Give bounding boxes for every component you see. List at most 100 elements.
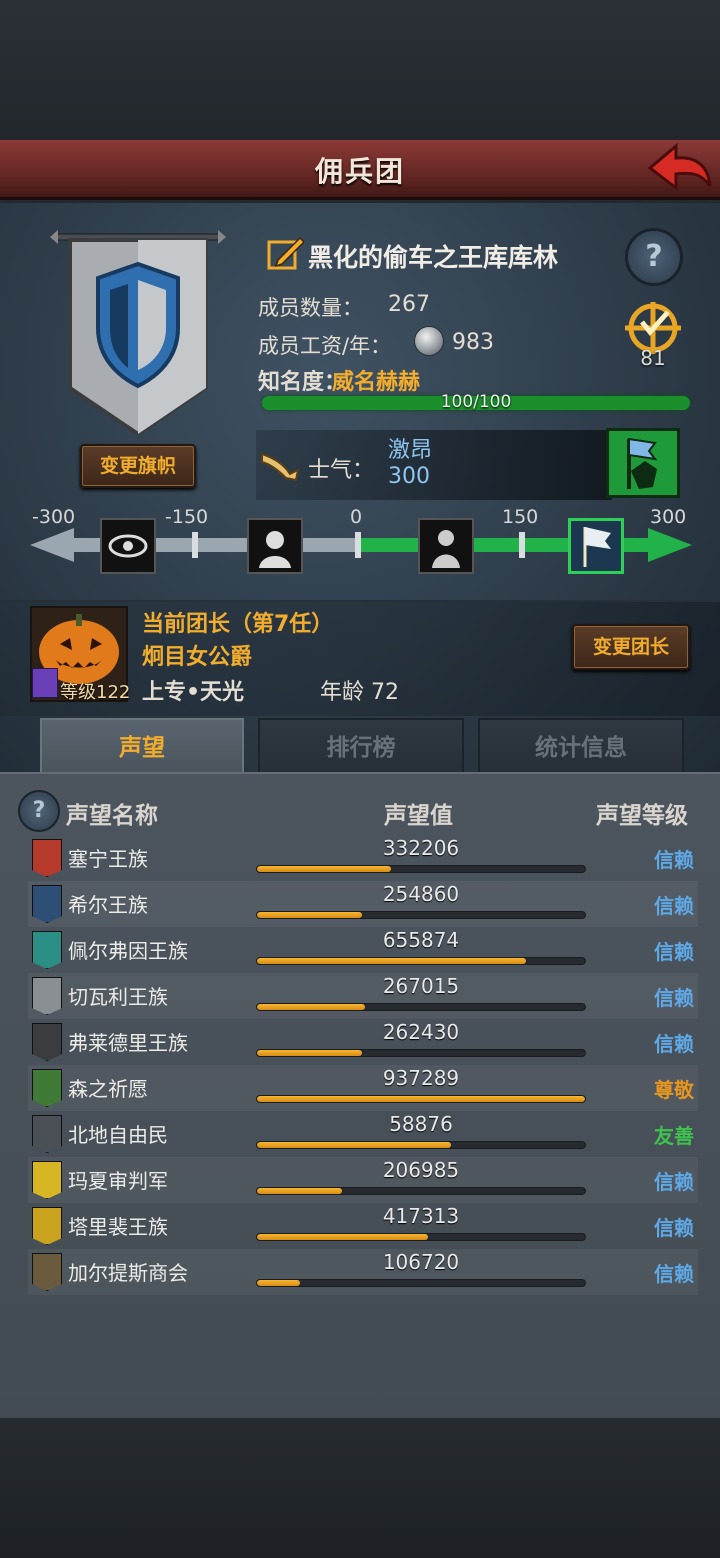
column-header-value: 声望值 (384, 803, 453, 829)
morale-value: 300 (388, 464, 430, 489)
reputation-progress-fill (257, 958, 526, 964)
reputation-progress-fill (257, 912, 362, 918)
back-arrow-icon[interactable] (646, 142, 714, 194)
reputation-level: 信赖 (654, 940, 694, 964)
morale-tier-calm-icon[interactable] (418, 518, 474, 574)
faction-crest-icon (32, 1069, 62, 1107)
reputation-progress-bar (256, 1279, 586, 1287)
reputation-progress-bar (256, 1233, 586, 1241)
table-row[interactable]: 塞宁王族 332206 信赖 (28, 835, 698, 881)
column-header-level: 声望等级 (596, 803, 688, 829)
faction-name: 玛夏审判军 (68, 1169, 168, 1193)
table-row[interactable]: 玛夏审判军 206985 信赖 (28, 1157, 698, 1203)
guild-name: 黑化的偷车之王库库林 (308, 243, 559, 272)
morale-label: 士气： (308, 458, 375, 483)
reputation-value: 206985 (382, 1158, 460, 1182)
faction-name: 塞宁王族 (68, 847, 148, 871)
bottom-backdrop (0, 1418, 720, 1558)
guild-banner-icon (50, 228, 226, 438)
faction-crest-icon (32, 885, 62, 923)
reputation-level: 尊敬 (654, 1078, 694, 1102)
reputation-level: 信赖 (654, 1032, 694, 1056)
reputation-progress-fill (257, 1234, 428, 1240)
reputation-progress-fill (257, 1280, 300, 1286)
reputation-level: 信赖 (654, 1216, 694, 1240)
faction-crest-icon (32, 1115, 62, 1153)
faction-crest-icon (32, 1207, 62, 1245)
class-icon (32, 668, 58, 698)
faction-name: 希尔王族 (68, 893, 148, 917)
reputation-progress-bar (256, 1049, 586, 1057)
reputation-level: 友善 (654, 1124, 694, 1148)
reputation-progress-fill (257, 1142, 451, 1148)
page-title: 佣兵团 (314, 155, 405, 188)
morale-tier-despair-icon[interactable] (247, 518, 303, 574)
faction-name: 塔里裴王族 (68, 1215, 168, 1239)
help-icon[interactable]: ? (625, 228, 683, 286)
morale-state: 激昂 (388, 438, 433, 463)
reputation-value: 417313 (382, 1204, 460, 1228)
faction-crest-icon (32, 977, 62, 1015)
reputation-value: 332206 (382, 836, 460, 860)
top-backdrop (0, 0, 720, 140)
faction-name: 弗莱德里王族 (68, 1031, 188, 1055)
table-row[interactable]: 切瓦利王族 267015 信赖 (28, 973, 698, 1019)
leader-level: 等级122 (60, 682, 131, 703)
table-row[interactable]: 希尔王族 254860 信赖 (28, 881, 698, 927)
morale-tier-eye-icon[interactable] (100, 518, 156, 574)
reputation-value: 254860 (382, 882, 460, 906)
table-row[interactable]: 北地自由民 58876 友善 (28, 1111, 698, 1157)
reputation-progress-bar (256, 957, 586, 965)
edit-pencil-icon[interactable] (266, 234, 306, 272)
morale-tier-rally-icon[interactable] (568, 518, 624, 574)
tab-ranking[interactable]: 排行榜 (258, 718, 464, 774)
silver-coin-icon (414, 326, 444, 356)
faction-crest-icon (32, 1023, 62, 1061)
faction-crest-icon (32, 1161, 62, 1199)
table-row[interactable]: 加尔提斯商会 106720 信赖 (28, 1249, 698, 1295)
reputation-level: 信赖 (654, 1262, 694, 1286)
target-count: 81 (640, 346, 666, 370)
reputation-progress-bar (256, 865, 586, 873)
faction-crest-icon (32, 931, 62, 969)
change-banner-button[interactable]: 变更旗帜 (80, 444, 196, 488)
reputation-progress-bar (256, 1003, 586, 1011)
reputation-progress-fill (257, 1188, 343, 1194)
reputation-progress-fill (257, 866, 392, 872)
table-row[interactable]: 森之祈愿 937289 尊敬 (28, 1065, 698, 1111)
leader-class: 上专•天光 (142, 680, 245, 705)
reputation-progress-bar (256, 1095, 586, 1103)
reputation-progress-bar (256, 1187, 586, 1195)
column-header-name: 声望名称 (66, 803, 158, 829)
faction-name: 切瓦利王族 (68, 985, 168, 1009)
reputation-level: 信赖 (654, 1170, 694, 1194)
table-row[interactable]: 塔里裴王族 417313 信赖 (28, 1203, 698, 1249)
reputation-value: 106720 (382, 1250, 460, 1274)
reputation-value: 937289 (382, 1066, 460, 1090)
reputation-progress-bar (256, 911, 586, 919)
tab-reputation[interactable]: 声望 (40, 718, 244, 774)
morale-banner-icon[interactable] (606, 428, 680, 498)
reputation-progress-fill (257, 1096, 585, 1102)
leader-title: 当前团长（第7任） (142, 612, 334, 637)
reputation-value: 58876 (389, 1112, 453, 1136)
reputation-progress-bar (256, 1141, 586, 1149)
horn-icon (260, 448, 300, 482)
reputation-value: 655874 (382, 928, 460, 952)
reputation-progress-fill (257, 1050, 362, 1056)
table-row[interactable]: 佩尔弗因王族 655874 信赖 (28, 927, 698, 973)
change-leader-button[interactable]: 变更团长 (572, 624, 690, 670)
faction-name: 北地自由民 (68, 1123, 168, 1147)
table-row[interactable]: 弗莱德里王族 262430 信赖 (28, 1019, 698, 1065)
reputation-help-icon[interactable]: ? (18, 790, 60, 832)
reputation-level: 信赖 (654, 894, 694, 918)
tab-statistics[interactable]: 统计信息 (478, 718, 684, 774)
faction-name: 森之祈愿 (68, 1077, 148, 1101)
reputation-value: 262430 (382, 1020, 460, 1044)
reputation-value: 267015 (382, 974, 460, 998)
faction-crest-icon (32, 839, 62, 877)
faction-name: 加尔提斯商会 (68, 1261, 188, 1285)
title-bar: 佣兵团 (0, 140, 720, 200)
faction-crest-icon (32, 1253, 62, 1291)
salary-label: 成员工资/年： (258, 334, 392, 358)
